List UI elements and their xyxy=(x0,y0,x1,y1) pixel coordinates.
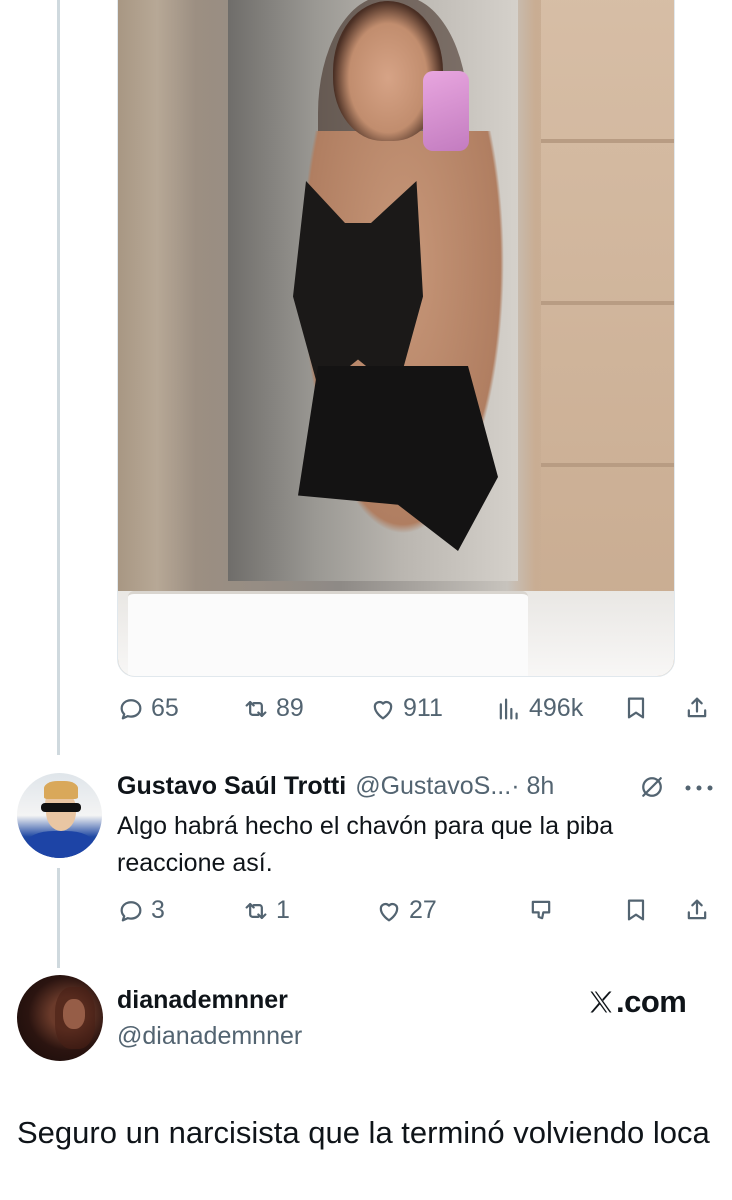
photo-phone xyxy=(423,71,469,151)
reply-reply-button[interactable]: 3 xyxy=(117,896,165,925)
reply-repost-button[interactable]: 1 xyxy=(242,896,290,925)
avatar-face xyxy=(63,999,85,1029)
thread-line xyxy=(57,0,60,755)
main-tweet-actions: 65 89 911 496k xyxy=(117,694,717,728)
like-icon xyxy=(379,902,399,921)
more-options-icon[interactable] xyxy=(684,784,714,792)
repost-icon xyxy=(245,700,267,717)
quoted-author-handle[interactable]: @dianademnner xyxy=(117,1022,302,1051)
grok-icon[interactable] xyxy=(637,772,667,802)
avatar-sunglasses xyxy=(41,803,81,812)
thread-line-reply xyxy=(57,868,60,968)
tweet-photo[interactable] xyxy=(117,0,675,677)
reply-timestamp[interactable]: · 8h xyxy=(511,772,554,801)
reply-repost-count: 1 xyxy=(276,896,290,924)
repost-icon xyxy=(245,902,267,919)
reply-share-button[interactable] xyxy=(683,896,711,924)
photo-sink xyxy=(128,591,528,676)
downvote-icon xyxy=(531,900,551,920)
reply-text: Algo habrá hecho el chavón para que la p… xyxy=(117,812,614,877)
like-button[interactable]: 911 xyxy=(369,694,443,723)
share-button[interactable] xyxy=(683,694,711,722)
x-logo-icon xyxy=(590,991,612,1013)
quoted-author-name[interactable]: dianademnner xyxy=(117,986,288,1015)
reply-icon xyxy=(120,900,142,921)
reply-reply-count: 3 xyxy=(151,896,165,924)
reply-like-count: 27 xyxy=(409,896,437,924)
reply-bookmark-button[interactable] xyxy=(622,896,650,924)
reply-icon xyxy=(120,698,142,719)
share-icon xyxy=(687,899,707,920)
views-count: 496k xyxy=(529,694,584,722)
reply-actions: 3 1 27 xyxy=(117,896,717,930)
reply-header: Gustavo Saúl Trotti @GustavoS... · 8h xyxy=(117,770,717,802)
avatar-hair xyxy=(44,781,78,799)
avatar-shirt xyxy=(27,831,93,858)
reply-avatar[interactable] xyxy=(17,773,102,858)
bookmark-icon xyxy=(627,697,645,719)
reply-count: 65 xyxy=(151,694,179,722)
like-count: 911 xyxy=(403,694,443,722)
quoted-text: Seguro un narcisista que la terminó volv… xyxy=(17,1115,710,1150)
x-com-text: .com xyxy=(616,984,687,1019)
reply-author-handle[interactable]: @GustavoS... xyxy=(355,772,511,801)
views-button[interactable]: 496k xyxy=(495,694,583,723)
share-icon xyxy=(687,697,707,718)
downvote-button[interactable] xyxy=(527,896,555,924)
repost-count: 89 xyxy=(276,694,304,722)
bookmark-icon xyxy=(627,899,645,921)
reply-button[interactable]: 65 xyxy=(117,694,179,723)
quoted-avatar[interactable] xyxy=(17,975,103,1061)
like-icon xyxy=(373,700,393,719)
repost-button[interactable]: 89 xyxy=(242,694,304,723)
x-com-logo: .com xyxy=(587,984,687,1020)
views-icon xyxy=(499,698,518,719)
photo-wall-tiles xyxy=(541,0,674,676)
reply-like-button[interactable]: 27 xyxy=(375,896,437,925)
reply-author-name[interactable]: Gustavo Saúl Trotti xyxy=(117,772,346,801)
bookmark-button[interactable] xyxy=(622,694,650,722)
